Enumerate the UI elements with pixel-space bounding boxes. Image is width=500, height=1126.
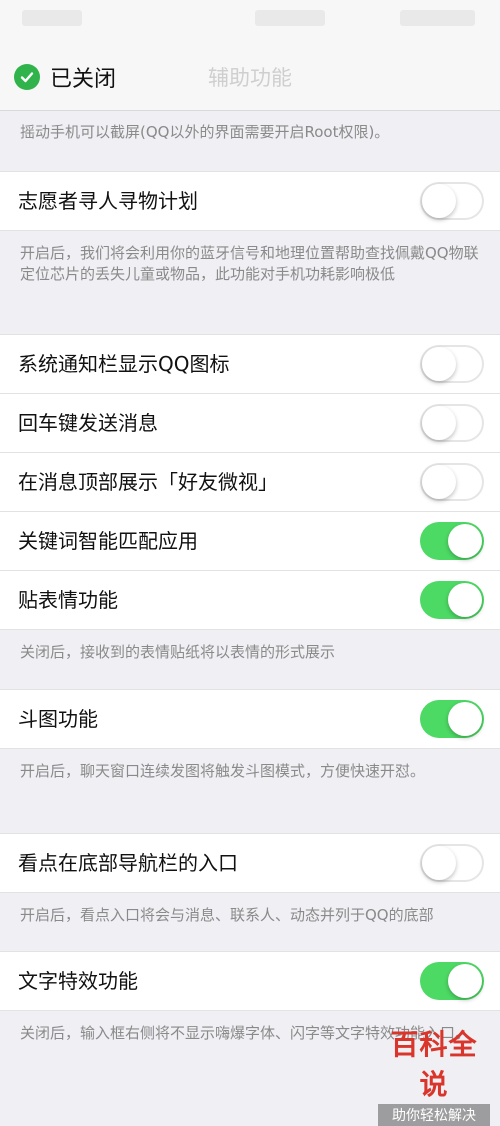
keyword-match-toggle[interactable] <box>420 522 484 560</box>
volunteer-search-toggle[interactable] <box>420 182 484 220</box>
row-label: 看点在底部导航栏的入口 <box>18 851 238 875</box>
row-volunteer-search[interactable]: 志愿者寻人寻物计划 <box>0 171 500 231</box>
row-label: 斗图功能 <box>18 707 98 731</box>
enter-to-send-toggle[interactable] <box>420 404 484 442</box>
row-enter-to-send[interactable]: 回车键发送消息 <box>0 393 500 452</box>
notification-icon-toggle[interactable] <box>420 345 484 383</box>
kandian-entry-toggle[interactable] <box>420 844 484 882</box>
watermark-title: 百科全说 <box>390 1028 478 1101</box>
status-bar-carrier <box>22 10 82 26</box>
toast-label: 已关闭 <box>50 67 117 92</box>
status-bar <box>0 0 500 44</box>
row-text-effects[interactable]: 文字特效功能 <box>0 951 500 1011</box>
toggle-knob <box>422 465 456 499</box>
toggle-knob <box>448 964 482 998</box>
sticker-note: 关闭后，接收到的表情贴纸将以表情的形式展示 <box>20 643 336 661</box>
row-label: 关键词智能匹配应用 <box>18 529 198 553</box>
row-label: 在消息顶部展示「好友微视」 <box>18 470 278 494</box>
check-icon <box>14 64 40 90</box>
row-label: 回车键发送消息 <box>18 411 158 435</box>
watermark-subtitle: 助你轻松解决 <box>378 1104 490 1126</box>
settings-list: 摇动手机可以截屏(QQ以外的界面需要开启Root权限)。 志愿者寻人寻物计划 开… <box>0 111 500 1044</box>
kandian-entry-note: 开启后，看点入口将会与消息、联系人、动态并列于QQ的底部 <box>20 906 434 924</box>
meme-battle-note: 开启后，聊天窗口连续发图将触发斗图模式，方便快速开怼。 <box>20 762 426 780</box>
row-label: 贴表情功能 <box>18 588 118 612</box>
row-friend-weishi[interactable]: 在消息顶部展示「好友微视」 <box>0 452 500 511</box>
shake-screenshot-note: 摇动手机可以截屏(QQ以外的界面需要开启Root权限)。 <box>20 123 390 141</box>
toggle-knob <box>448 702 482 736</box>
toggle-knob <box>422 406 456 440</box>
friend-weishi-toggle[interactable] <box>420 463 484 501</box>
row-meme-battle[interactable]: 斗图功能 <box>0 689 500 749</box>
toggle-knob <box>448 524 482 558</box>
toggle-knob <box>422 846 456 880</box>
toggle-knob <box>422 184 456 218</box>
row-label: 志愿者寻人寻物计划 <box>18 189 198 213</box>
toast-closed: 已关闭 <box>14 60 116 94</box>
volunteer-search-note: 开启后，我们将会利用你的蓝牙信号和地理位置帮助查找佩戴QQ物联定位芯片的丢失儿童… <box>20 244 479 283</box>
row-notification-icon[interactable]: 系统通知栏显示QQ图标 <box>0 334 500 393</box>
row-sticker[interactable]: 贴表情功能 <box>0 570 500 630</box>
status-bar-battery <box>400 10 475 26</box>
sticker-toggle[interactable] <box>420 581 484 619</box>
text-effects-toggle[interactable] <box>420 962 484 1000</box>
row-label: 系统通知栏显示QQ图标 <box>18 352 230 376</box>
row-label: 文字特效功能 <box>18 969 138 993</box>
row-keyword-match[interactable]: 关键词智能匹配应用 <box>0 511 500 570</box>
meme-battle-toggle[interactable] <box>420 700 484 738</box>
baike-watermark: 百科全说 助你轻松解决 <box>378 1023 490 1126</box>
row-kandian-entry[interactable]: 看点在底部导航栏的入口 <box>0 833 500 893</box>
toggle-knob <box>422 347 456 381</box>
status-bar-time <box>255 10 325 26</box>
toggle-knob <box>448 583 482 617</box>
